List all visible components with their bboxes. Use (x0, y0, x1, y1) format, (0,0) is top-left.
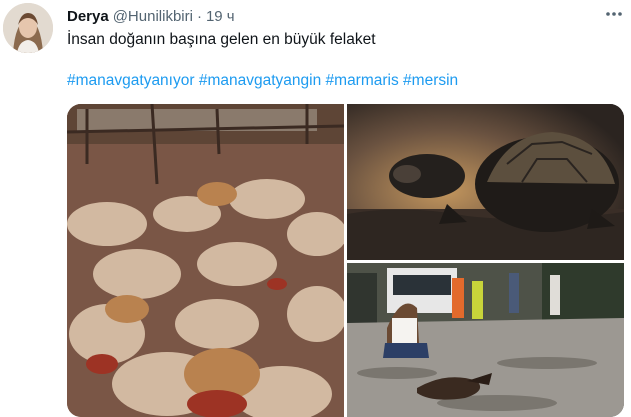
tweet-header: Derya @Hunilikbiri · 19 ч (67, 6, 235, 26)
more-horizontal-icon[interactable] (600, 4, 628, 24)
hashtag-line: #manavgatyanıyor #manavgatyangin #marmar… (67, 71, 458, 91)
tweet-timestamp[interactable]: 19 ч (206, 8, 235, 25)
crouching-woman-street-photo[interactable] (347, 263, 624, 417)
avatar[interactable] (3, 3, 53, 53)
hashtag-link[interactable]: #manavgatyangin (199, 72, 321, 89)
hashtag-link[interactable]: #manavgatyanıyor (67, 72, 195, 89)
author-name[interactable]: Derya (67, 8, 109, 25)
burned-tortoise-photo[interactable] (347, 104, 624, 260)
separator-dot: · (196, 7, 202, 25)
avatar-image (3, 3, 53, 53)
author-handle[interactable]: @Hunilikbiri (113, 8, 193, 25)
hashtag-link[interactable]: #marmaris (326, 72, 399, 89)
burned-sheep-photo[interactable] (67, 104, 344, 417)
hashtag-link[interactable]: #mersin (403, 72, 458, 89)
media-grid (67, 104, 624, 417)
tweet-text: İnsan doğanın başına gelen en büyük fela… (67, 31, 376, 48)
